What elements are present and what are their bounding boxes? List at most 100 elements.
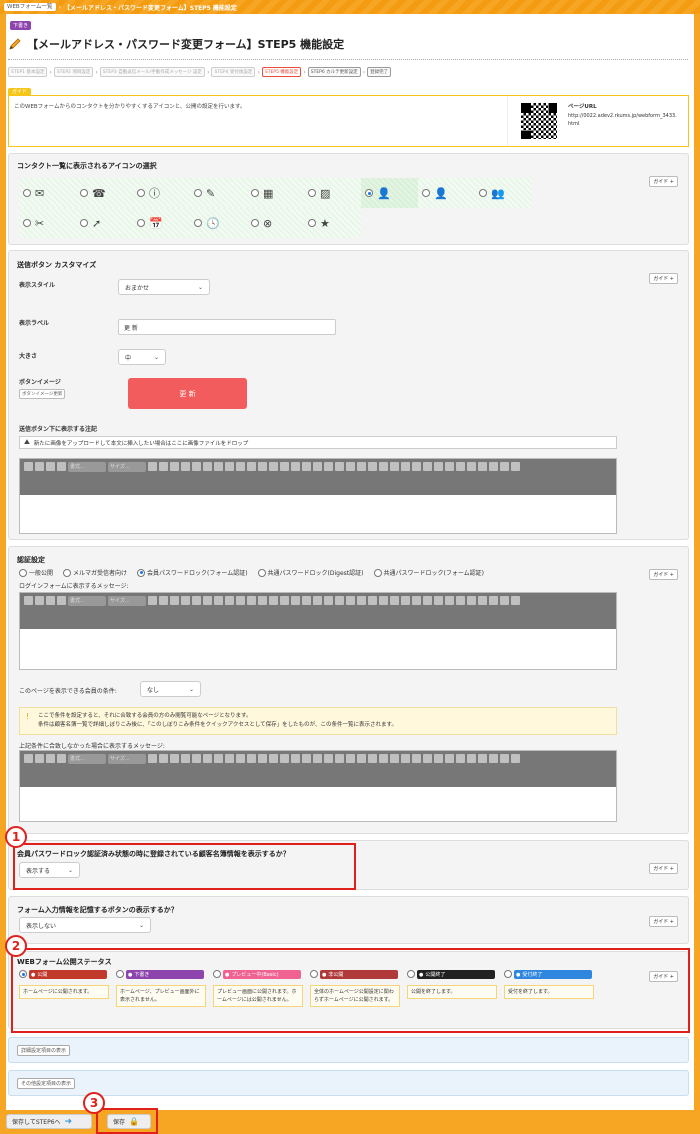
toolbar-icon[interactable] — [500, 754, 509, 763]
radio-button[interactable] — [308, 219, 316, 227]
toolbar-icon[interactable] — [357, 596, 366, 605]
toolbar-icon[interactable] — [203, 462, 212, 471]
toolbar-icon[interactable] — [357, 754, 366, 763]
toolbar-icon[interactable] — [236, 754, 245, 763]
icon-option[interactable]: ⓘ — [133, 178, 190, 208]
auth-option[interactable]: 一般公開 — [19, 568, 53, 577]
icon-option[interactable]: ★ — [304, 208, 361, 238]
toolbar-icon[interactable] — [434, 596, 443, 605]
icon-option[interactable]: ⊗ — [247, 208, 304, 238]
toolbar-icon[interactable] — [269, 596, 278, 605]
toolbar-icon[interactable] — [401, 596, 410, 605]
radio-button[interactable] — [194, 219, 202, 227]
radio-button[interactable] — [137, 568, 146, 577]
radio-button[interactable] — [365, 189, 373, 197]
toolbar-icon[interactable] — [346, 462, 355, 471]
toolbar-icon[interactable] — [368, 462, 377, 471]
icon-option[interactable]: 📅 — [133, 208, 190, 238]
condition-select[interactable]: なし ⌄ — [140, 681, 201, 697]
toolbar-icon[interactable] — [412, 462, 421, 471]
toolbar-icon[interactable] — [225, 596, 234, 605]
page-url-link[interactable]: http://0022.adev2.rkums.jp/webform_3433.… — [568, 112, 678, 128]
radio-button[interactable] — [422, 189, 430, 197]
font-size-select[interactable]: サイズ... — [108, 754, 146, 764]
toolbar-icon[interactable] — [170, 596, 179, 605]
toolbar-icon[interactable] — [401, 754, 410, 763]
toolbar-icon[interactable] — [280, 462, 289, 471]
toolbar-icon[interactable] — [390, 462, 399, 471]
toolbar-icon[interactable] — [456, 596, 465, 605]
radio-button[interactable] — [19, 568, 27, 577]
toolbar-icon[interactable] — [302, 754, 311, 763]
step-3[interactable]: STEP3 自動返信メール/手動作成メッセージ 設定 — [99, 67, 206, 77]
toolbar-icon[interactable] — [302, 596, 311, 605]
step-4[interactable]: STEP4 受付後設定 — [211, 67, 256, 77]
toolbar-icon[interactable] — [181, 462, 190, 471]
toolbar-icon[interactable] — [247, 462, 256, 471]
font-size-select[interactable]: サイズ... — [108, 462, 146, 472]
icon-option[interactable]: ✎ — [190, 178, 247, 208]
toolbar-icon[interactable] — [170, 462, 179, 471]
auth-option[interactable]: 会員パスワードロック(フォーム認証) — [137, 568, 248, 577]
toolbar-icon[interactable] — [24, 462, 33, 471]
toolbar-icon[interactable] — [445, 754, 454, 763]
toolbar-icon[interactable] — [346, 754, 355, 763]
image-update-button[interactable]: ボタンイメージ更新 — [19, 389, 66, 399]
toolbar-icon[interactable] — [280, 754, 289, 763]
toolbar-icon[interactable] — [35, 462, 44, 471]
toolbar-icon[interactable] — [335, 754, 344, 763]
radio-button[interactable] — [257, 568, 266, 577]
toolbar-icon[interactable] — [467, 596, 476, 605]
toolbar-icon[interactable] — [445, 596, 454, 605]
save-next-button[interactable]: 保存してSTEP6へ ➜ — [6, 1114, 92, 1129]
toolbar-icon[interactable] — [324, 462, 333, 471]
toolbar-icon[interactable] — [192, 754, 201, 763]
toolbar-icon[interactable] — [511, 754, 520, 763]
toolbar-icon[interactable] — [24, 754, 33, 763]
toolbar-icon[interactable] — [203, 754, 212, 763]
auth-option[interactable]: 共通パスワードロック(フォーム認証) — [373, 568, 484, 577]
toolbar-icon[interactable] — [148, 462, 157, 471]
toolbar-icon[interactable] — [423, 462, 432, 471]
step-6[interactable]: STEP6 カルテ更新設定 — [307, 67, 361, 77]
toolbar-icon[interactable] — [291, 462, 300, 471]
guide-button[interactable]: ガイド + — [649, 273, 678, 284]
toolbar-icon[interactable] — [57, 754, 66, 763]
size-select[interactable]: 中 ⌄ — [118, 349, 166, 365]
toolbar-icon[interactable] — [313, 462, 322, 471]
toolbar-icon[interactable] — [478, 596, 487, 605]
toolbar-icon[interactable] — [313, 596, 322, 605]
toolbar-icon[interactable] — [500, 462, 509, 471]
note-editor[interactable]: 書式... サイズ... — [19, 458, 617, 534]
auth-option[interactable]: 共通パスワードロック(Digest認証) — [257, 568, 364, 577]
toolbar-icon[interactable] — [159, 754, 168, 763]
toolbar-icon[interactable] — [511, 462, 520, 471]
radio-button[interactable] — [80, 189, 88, 197]
toolbar-icon[interactable] — [489, 754, 498, 763]
toolbar-icon[interactable] — [335, 462, 344, 471]
font-format-select[interactable]: 書式... — [68, 596, 106, 606]
icon-option[interactable]: 👥 — [475, 178, 532, 208]
radio-button[interactable] — [373, 568, 382, 577]
toolbar-icon[interactable] — [225, 754, 234, 763]
toolbar-icon[interactable] — [269, 462, 278, 471]
toolbar-icon[interactable] — [324, 596, 333, 605]
toolbar-icon[interactable] — [214, 462, 223, 471]
toolbar-icon[interactable] — [159, 596, 168, 605]
toolbar-icon[interactable] — [258, 596, 267, 605]
toolbar-icon[interactable] — [203, 596, 212, 605]
icon-option[interactable]: ▨ — [304, 178, 361, 208]
toolbar-icon[interactable] — [346, 596, 355, 605]
toolbar-icon[interactable] — [280, 596, 289, 605]
step-5[interactable]: STEP5 機能設定 — [261, 67, 302, 77]
icon-option[interactable]: ✂ — [19, 208, 76, 238]
icon-option[interactable]: ✉ — [19, 178, 76, 208]
toolbar-icon[interactable] — [181, 596, 190, 605]
guide-button[interactable]: ガイド + — [649, 916, 678, 927]
toolbar-icon[interactable] — [379, 596, 388, 605]
radio-button[interactable] — [23, 189, 31, 197]
toolbar-icon[interactable] — [500, 596, 509, 605]
style-select[interactable]: おまかせ ⌄ — [118, 279, 210, 295]
toolbar-icon[interactable] — [159, 462, 168, 471]
icon-option[interactable]: 👤 — [361, 178, 418, 208]
